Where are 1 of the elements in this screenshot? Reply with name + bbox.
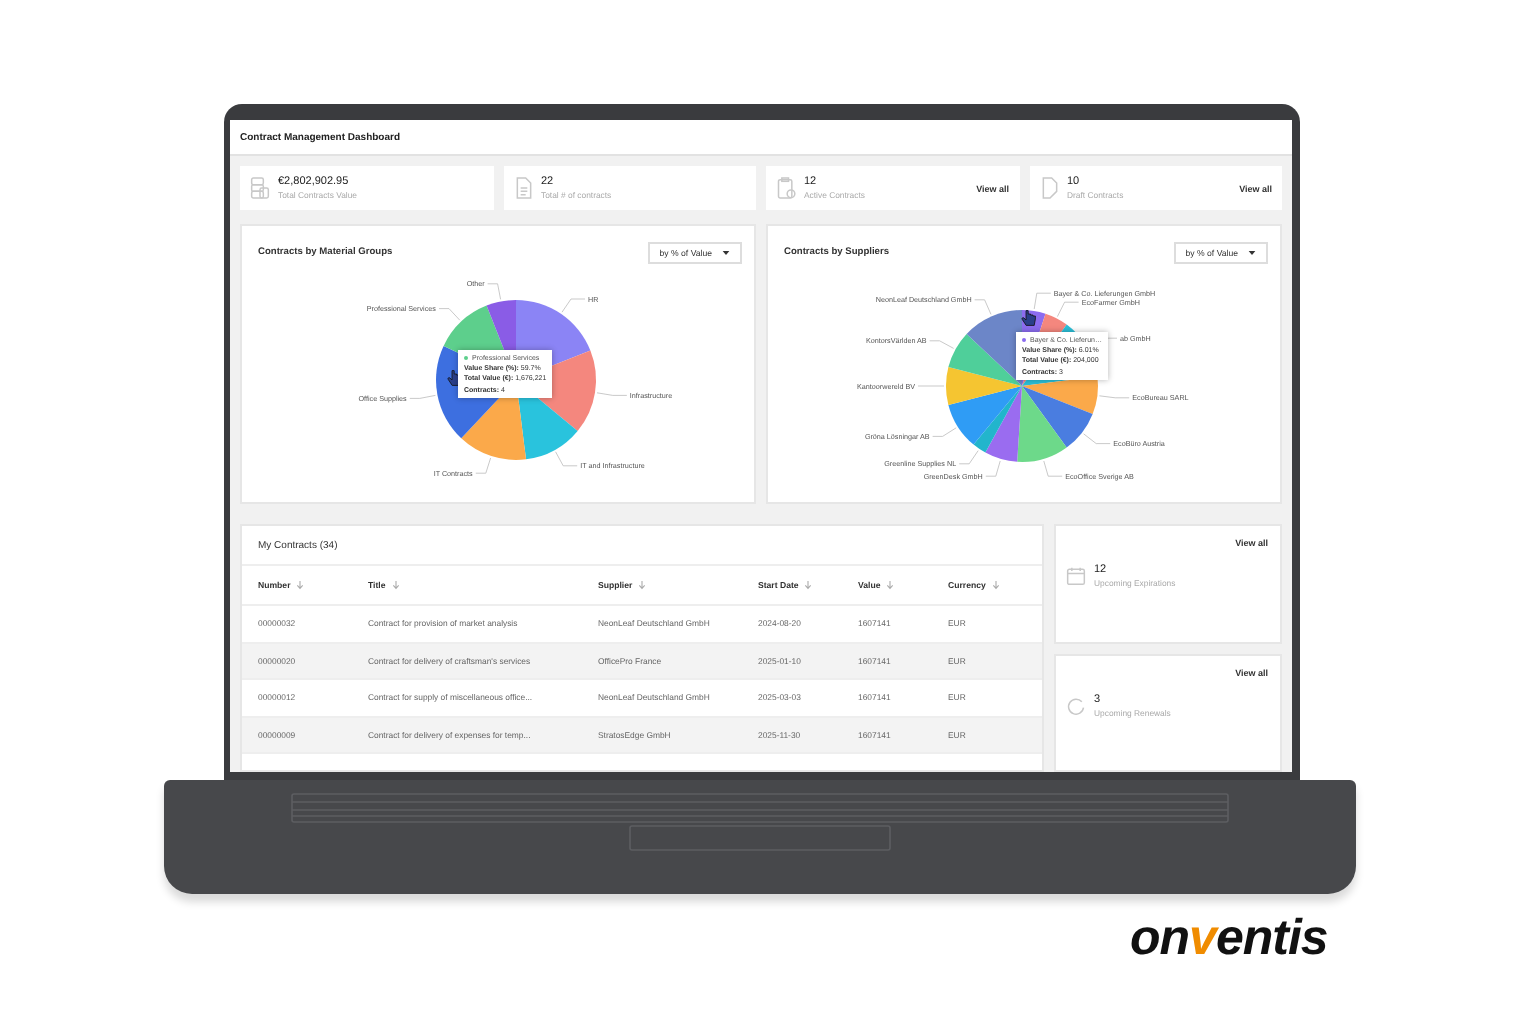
brand-logo: onventis: [1130, 910, 1328, 968]
